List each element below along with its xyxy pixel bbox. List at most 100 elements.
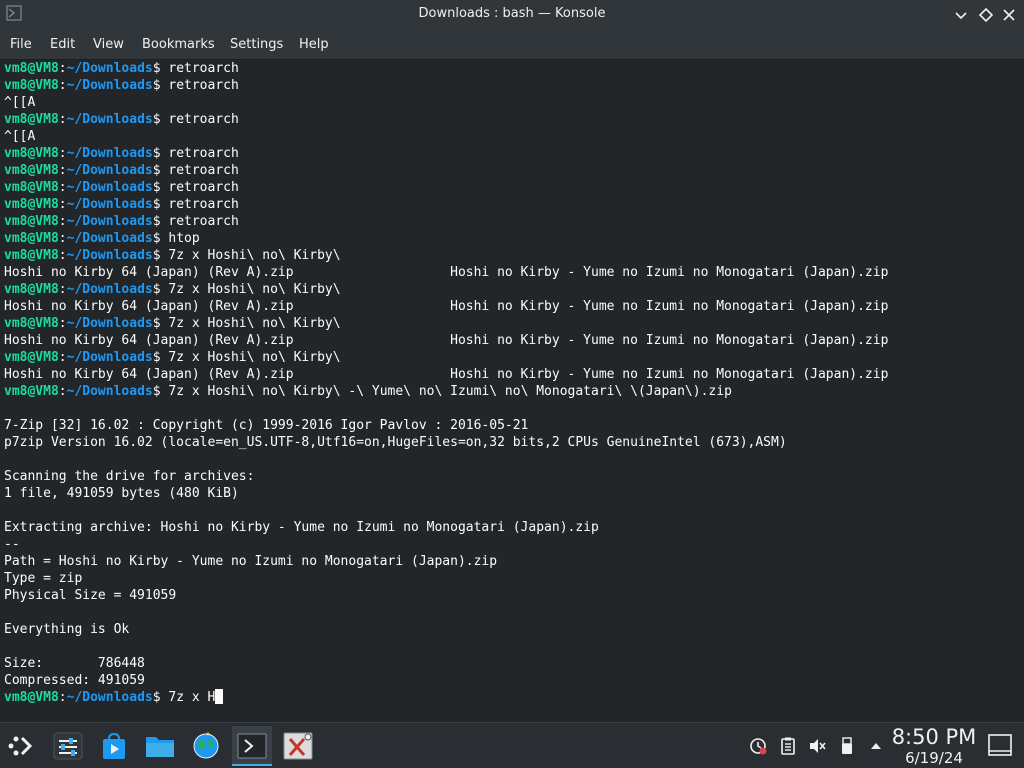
volume-muted-icon[interactable] — [807, 736, 827, 756]
terminal-text: $ retroarch — [152, 112, 239, 127]
terminal-text: $ retroarch — [152, 78, 239, 93]
prompt-path: ~/Downloads — [66, 146, 153, 161]
prompt-separator: : — [58, 690, 67, 705]
minimize-icon[interactable] — [950, 4, 972, 26]
clock-date[interactable]: 6/19/24 — [880, 749, 988, 767]
terminal-text: Type = zip — [4, 571, 83, 586]
prompt-separator: : — [58, 146, 67, 161]
application-launcher[interactable] — [2, 726, 42, 766]
taskbar-app-system-settings[interactable] — [48, 726, 88, 766]
taskbar-app-dolphin[interactable] — [140, 726, 180, 766]
terminal-line: vm8@VM8:~/Downloads$ 7z x Hoshi\ no\ Kir… — [4, 383, 888, 400]
prompt-user: vm8@VM8 — [4, 112, 59, 127]
terminal-line: Scanning the drive for archives: — [4, 468, 888, 485]
terminal-text: $ 7z x Hoshi\ no\ Kirby\ -\ Yume\ no\ Iz… — [152, 384, 732, 399]
taskbar-app-browser[interactable] — [186, 726, 226, 766]
clipboard-icon[interactable] — [778, 736, 798, 756]
prompt-path: ~/Downloads — [66, 282, 153, 297]
prompt-path: ~/Downloads — [66, 61, 153, 76]
maximize-icon[interactable] — [975, 4, 997, 26]
prompt-separator: : — [58, 197, 67, 212]
konsole-window: Downloads : bash — Konsole File Edit Vie… — [0, 0, 1024, 768]
taskbar: 8:50 PM 6/19/24 — [0, 722, 1024, 768]
web-browser-globe-icon — [193, 732, 219, 759]
terminal-text: 7-Zip [32] 16.02 : Copyright (c) 1999-20… — [4, 418, 529, 433]
prompt-separator: : — [58, 180, 67, 195]
terminal-text: ^[[A — [4, 95, 36, 110]
terminal-text: Extracting archive: Hoshi no Kirby - Yum… — [4, 520, 599, 535]
terminal-line: Hoshi no Kirby 64 (Japan) (Rev A).zip Ho… — [4, 366, 888, 383]
window-title: Downloads : bash — Konsole — [418, 6, 606, 21]
prompt-user: vm8@VM8 — [4, 231, 59, 246]
prompt-separator: : — [58, 78, 67, 93]
prompt-separator: : — [58, 316, 67, 331]
show-desktop-icon[interactable] — [988, 734, 1012, 756]
x-app-icon — [283, 732, 313, 760]
prompt-user: vm8@VM8 — [4, 61, 59, 76]
terminal-line: vm8@VM8:~/Downloads$ 7z x Hoshi\ no\ Kir… — [4, 315, 888, 332]
terminal-cursor — [215, 689, 224, 704]
taskbar-app-konsole[interactable] — [232, 726, 272, 766]
terminal-text: $ 7z x Hoshi\ no\ Kirby\ — [152, 316, 341, 331]
taskbar-app-discover[interactable] — [94, 726, 134, 766]
terminal-text: Hoshi no Kirby 64 (Japan) (Rev A).zip Ho… — [4, 367, 889, 382]
terminal-line: vm8@VM8:~/Downloads$ retroarch — [4, 162, 888, 179]
terminal-area[interactable]: vm8@VM8:~/Downloads$ retroarch vm8@VM8:~/… — [0, 60, 1024, 722]
terminal-line: 7-Zip [32] 16.02 : Copyright (c) 1999-20… — [4, 417, 888, 434]
terminal-text: $ 7z x Hoshi\ no\ Kirby\ — [152, 350, 341, 365]
terminal-text: $ retroarch — [152, 214, 239, 229]
terminal-text: $ retroarch — [152, 197, 239, 212]
terminal-line: Physical Size = 491059 — [4, 587, 888, 604]
menu-bookmarks[interactable]: Bookmarks — [142, 37, 215, 52]
prompt-separator: : — [58, 163, 67, 178]
prompt-path: ~/Downloads — [66, 316, 153, 331]
terminal-text: Path = Hoshi no Kirby - Yume no Izumi no… — [4, 554, 498, 569]
terminal-text: Size: 786448 — [4, 656, 145, 671]
terminal-text: $ 7z x Hoshi\ no\ Kirby\ — [152, 282, 341, 297]
prompt-path: ~/Downloads — [66, 197, 153, 212]
prompt-user: vm8@VM8 — [4, 78, 59, 93]
menu-edit[interactable]: Edit — [50, 37, 75, 52]
prompt-user: vm8@VM8 — [4, 316, 59, 331]
terminal-line: vm8@VM8:~/Downloads$ retroarch — [4, 179, 888, 196]
title-bar[interactable]: Downloads : bash — Konsole — [0, 0, 1024, 30]
system-settings-icon — [53, 732, 83, 760]
close-icon[interactable] — [998, 4, 1020, 26]
prompt-path: ~/Downloads — [66, 180, 153, 195]
menu-settings[interactable]: Settings — [230, 37, 283, 52]
prompt-path: ~/Downloads — [66, 248, 153, 263]
prompt-user: vm8@VM8 — [4, 163, 59, 178]
terminal-text: $ retroarch — [152, 180, 239, 195]
prompt-separator: : — [58, 112, 67, 127]
terminal-text: $ retroarch — [152, 146, 239, 161]
menu-help[interactable]: Help — [299, 37, 329, 52]
terminal-line: vm8@VM8:~/Downloads$ retroarch — [4, 196, 888, 213]
prompt-user: vm8@VM8 — [4, 248, 59, 263]
prompt-separator: : — [58, 282, 67, 297]
menu-file[interactable]: File — [10, 37, 32, 52]
prompt-separator: : — [58, 61, 67, 76]
terminal-line: vm8@VM8:~/Downloads$ 7z x H — [4, 689, 888, 706]
terminal-output: vm8@VM8:~/Downloads$ retroarch vm8@VM8:~/… — [4, 60, 888, 706]
terminal-line: Size: 786448 — [4, 655, 888, 672]
clock-time[interactable]: 8:50 PM — [880, 725, 988, 749]
prompt-separator: : — [58, 384, 67, 399]
taskbar-app-x[interactable] — [278, 726, 318, 766]
prompt-path: ~/Downloads — [66, 384, 153, 399]
terminal-text: Hoshi no Kirby 64 (Japan) (Rev A).zip Ho… — [4, 299, 889, 314]
terminal-text: Hoshi no Kirby 64 (Japan) (Rev A).zip Ho… — [4, 265, 889, 280]
prompt-path: ~/Downloads — [66, 112, 153, 127]
terminal-text: Hoshi no Kirby 64 (Japan) (Rev A).zip Ho… — [4, 333, 889, 348]
menu-view[interactable]: View — [93, 37, 124, 52]
terminal-line: vm8@VM8:~/Downloads$ retroarch — [4, 60, 888, 77]
removable-device-icon[interactable] — [837, 736, 857, 756]
prompt-user: vm8@VM8 — [4, 180, 59, 195]
notification-icon[interactable] — [748, 736, 768, 756]
terminal-line: vm8@VM8:~/Downloads$ 7z x Hoshi\ no\ Kir… — [4, 349, 888, 366]
terminal-text: $ htop — [152, 231, 200, 246]
